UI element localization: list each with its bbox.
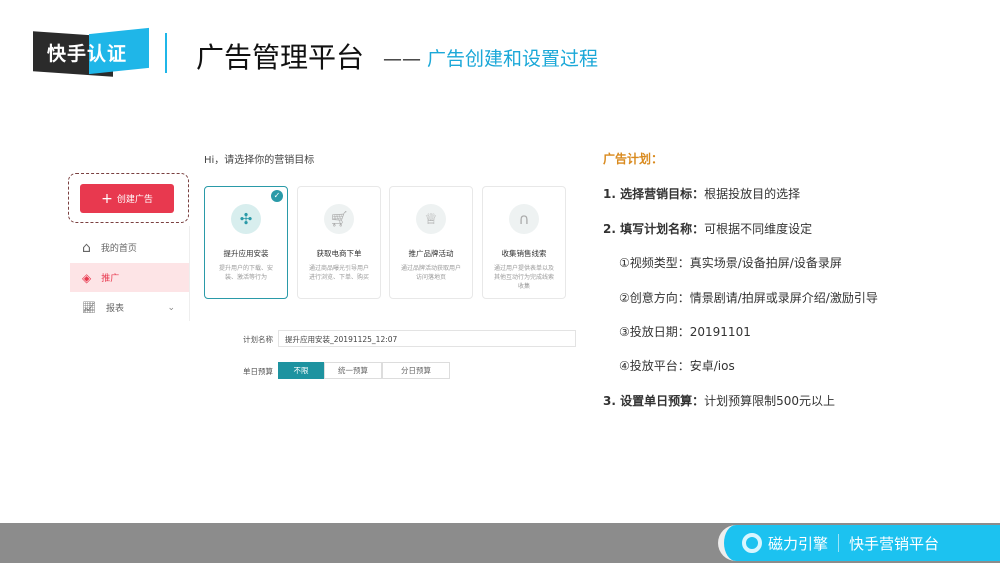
page-title: 广告管理平台 bbox=[196, 41, 365, 74]
goal-card-ecommerce[interactable]: 🛒︎ 获取电商下单 通过商品曝光引导用户进行浏览、下单、购买 bbox=[297, 186, 381, 299]
plan-name-label: 计划名称 bbox=[243, 335, 273, 344]
notes-heading: 广告计划： bbox=[603, 152, 664, 166]
budget-selector: 不限 统一预算 分日预算 bbox=[278, 362, 450, 379]
chart-icon: 📈︎ bbox=[82, 301, 96, 314]
budget-option-unlimited[interactable]: 不限 bbox=[278, 362, 324, 379]
budget-option-unified[interactable]: 统一预算 bbox=[324, 362, 382, 379]
note-item: ④投放平台：安卓/ios bbox=[619, 359, 735, 373]
footer-brand: 磁力引擎 快手营销平台 bbox=[718, 525, 1000, 561]
sidebar-item-promote[interactable]: ◈ 推广 bbox=[70, 263, 189, 292]
ring-logo-icon bbox=[742, 533, 762, 553]
check-icon: ✓ bbox=[271, 190, 283, 202]
chevron-down-icon: ⌄ bbox=[167, 302, 175, 313]
crown-icon: ♕ bbox=[416, 204, 446, 234]
page-subtitle: —— 广告创建和设置过程 bbox=[383, 48, 599, 70]
budget-option-daily[interactable]: 分日预算 bbox=[382, 362, 450, 379]
budget-label: 单日预算 bbox=[243, 367, 273, 376]
kuaishou-cert-logo: 快手认证 bbox=[33, 27, 151, 77]
divider bbox=[165, 33, 167, 73]
note-item: ②创意方向：情景剧请/拍屏或录屏介绍/激励引导 bbox=[619, 291, 878, 305]
route-icon: ∩ bbox=[509, 204, 539, 234]
note-item: ①视频类型：真实场景/设备拍屏/设备录屏 bbox=[619, 256, 842, 270]
note-item: 1. 选择营销目标：根据投放目的选择 bbox=[603, 187, 801, 201]
layers-icon: ◈ bbox=[82, 270, 92, 285]
goal-card-leads[interactable]: ∩ 收集销售线索 通过用户提供表单以及其他互动行为完成线索收集 bbox=[482, 186, 566, 299]
greeting: Hi，请选择你的营销目标 bbox=[204, 155, 315, 166]
home-icon: ⌂ bbox=[82, 239, 91, 256]
plus-icon: + bbox=[101, 190, 113, 207]
note-item: 3. 设置单日预算：计划预算限制500元以上 bbox=[603, 394, 835, 408]
goal-card-brand[interactable]: ♕ 推广品牌活动 通过品牌活动获取用户访问落地页 bbox=[389, 186, 473, 299]
create-ad-button[interactable]: + 创建广告 bbox=[80, 184, 174, 213]
sidebar-item-reports[interactable]: 📈︎ 报表 ⌄ bbox=[70, 293, 189, 322]
plan-name-input[interactable]: 提升应用安装_20191125_12:07 bbox=[278, 330, 576, 347]
note-item: ③投放日期：20191101 bbox=[619, 325, 751, 339]
apps-icon: ✣ bbox=[231, 204, 261, 234]
cart-icon: 🛒︎ bbox=[324, 204, 354, 234]
note-item: 2. 填写计划名称：可根据不同维度设定 bbox=[603, 222, 813, 236]
goal-card-app-install[interactable]: ✓ ✣ 提升应用安装 提升用户的下载、安装、激活等行为 bbox=[204, 186, 288, 299]
sidebar-item-home[interactable]: ⌂ 我的首页 bbox=[70, 233, 189, 262]
